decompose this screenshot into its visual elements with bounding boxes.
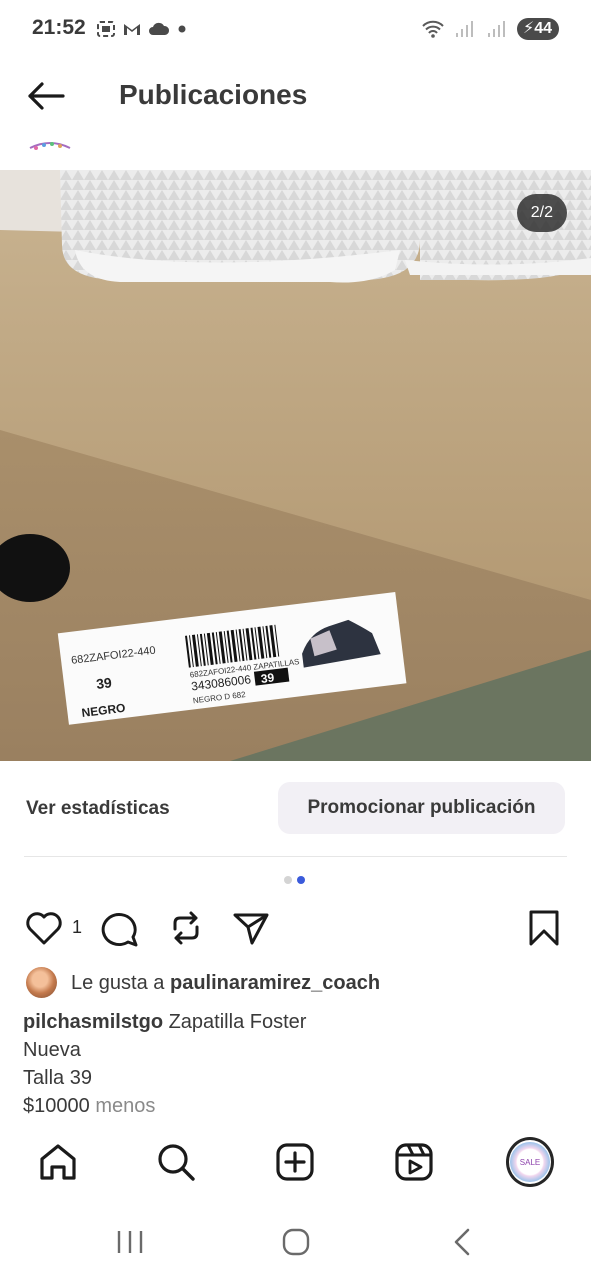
home-system-button[interactable] bbox=[274, 1222, 318, 1262]
bookmark-icon bbox=[529, 910, 559, 946]
repost-button[interactable] bbox=[164, 906, 208, 950]
post-caption: pilchasmilstgo Zapatilla Foster Nueva Ta… bbox=[23, 1008, 568, 1120]
send-icon bbox=[233, 913, 269, 945]
recent-apps-icon bbox=[117, 1231, 143, 1253]
likes-prefix: Le gusta a bbox=[71, 972, 165, 994]
status-time: 21:52 bbox=[32, 16, 86, 39]
dot-icon bbox=[178, 25, 186, 33]
recent-apps-button[interactable] bbox=[108, 1222, 152, 1262]
carousel-dot-active bbox=[297, 876, 305, 884]
post-actions-bar: 1 bbox=[0, 900, 591, 956]
system-icons: ⚡44 bbox=[421, 18, 559, 40]
chevron-left-icon bbox=[454, 1228, 470, 1256]
back-arrow-icon bbox=[28, 82, 65, 110]
profile-badge-text: SALE bbox=[519, 1157, 541, 1167]
back-system-button[interactable] bbox=[440, 1222, 484, 1262]
profile-picture: SALE bbox=[510, 1142, 550, 1182]
like-button[interactable] bbox=[22, 906, 66, 950]
carousel-indicator bbox=[284, 876, 305, 884]
add-post-icon bbox=[276, 1143, 314, 1181]
insights-row: Ver estadísticas Promocionar publicación bbox=[0, 778, 591, 840]
caption-less-toggle[interactable]: menos bbox=[95, 1095, 155, 1117]
signal-icon bbox=[455, 21, 473, 37]
status-bar: 21:52 ⚡44 bbox=[0, 0, 591, 60]
caption-username[interactable]: pilchasmilstgo bbox=[23, 1011, 163, 1033]
caption-line-4: $10000 bbox=[23, 1095, 90, 1117]
comment-button[interactable] bbox=[98, 906, 142, 950]
gmail-icon bbox=[124, 24, 140, 35]
signal-2-icon bbox=[487, 21, 505, 37]
post-image[interactable]: 682ZAFOI22-440 39 NEGRO 682ZAFOI22-440 Z… bbox=[0, 170, 591, 761]
label-size-box: 39 bbox=[260, 670, 275, 686]
nav-profile[interactable]: SALE bbox=[506, 1137, 554, 1187]
screenshot-icon bbox=[97, 21, 115, 37]
likes-text: Le gusta a paulinaramirez_coach bbox=[71, 972, 380, 995]
liker-avatar[interactable] bbox=[26, 967, 57, 998]
wifi-icon bbox=[422, 20, 444, 38]
page-title: Publicaciones bbox=[119, 79, 308, 110]
caption-line-2: Nueva bbox=[23, 1039, 81, 1061]
battery-indicator: ⚡44 bbox=[516, 18, 559, 40]
nav-search[interactable] bbox=[152, 1138, 200, 1186]
comment-icon bbox=[101, 913, 138, 947]
bottom-navigation: SALE bbox=[0, 1130, 591, 1196]
liker-username[interactable]: paulinaramirez_coach bbox=[170, 972, 380, 994]
heart-icon bbox=[26, 912, 62, 945]
cloud-icon bbox=[149, 22, 170, 35]
system-navigation bbox=[0, 1206, 591, 1280]
promote-post-button[interactable]: Promocionar publicación bbox=[278, 782, 565, 834]
notification-icons bbox=[96, 20, 188, 38]
profile-avatar: SALE bbox=[506, 1137, 554, 1187]
carousel-counter: 2/2 bbox=[516, 194, 567, 232]
caption-line-3: Talla 39 bbox=[23, 1067, 92, 1089]
nav-home[interactable] bbox=[34, 1138, 82, 1186]
nav-reels[interactable] bbox=[390, 1138, 438, 1186]
label-size: 39 bbox=[95, 674, 113, 692]
carousel-dot bbox=[284, 876, 292, 884]
shoe-box-photo: 682ZAFOI22-440 39 NEGRO 682ZAFOI22-440 Z… bbox=[0, 170, 591, 761]
app-header: Publicaciones bbox=[0, 64, 591, 128]
save-button[interactable] bbox=[522, 906, 566, 950]
back-button[interactable] bbox=[22, 76, 70, 116]
likes-summary: Le gusta a paulinaramirez_coach bbox=[0, 964, 591, 1004]
caption-line-1: Zapatilla Foster bbox=[168, 1011, 307, 1033]
search-icon bbox=[158, 1144, 195, 1181]
home-circle-icon bbox=[282, 1228, 310, 1256]
reels-icon bbox=[395, 1143, 433, 1181]
home-icon bbox=[40, 1144, 76, 1180]
view-insights-link[interactable]: Ver estadísticas bbox=[26, 798, 170, 820]
nav-create[interactable] bbox=[271, 1138, 319, 1186]
like-count[interactable]: 1 bbox=[72, 917, 82, 938]
share-button[interactable] bbox=[229, 906, 273, 950]
repost-icon bbox=[173, 911, 199, 945]
author-mini-avatar[interactable] bbox=[28, 136, 72, 156]
battery-level: 44 bbox=[534, 20, 552, 37]
divider bbox=[24, 856, 567, 857]
